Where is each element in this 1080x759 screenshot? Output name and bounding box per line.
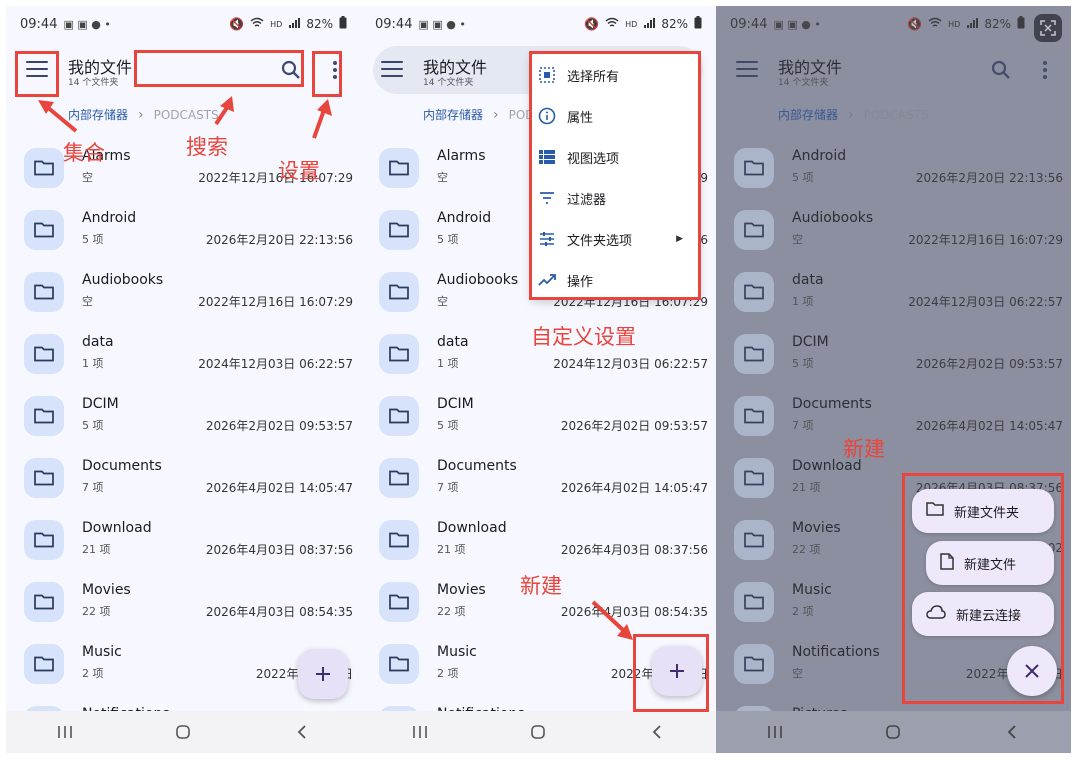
recents-icon[interactable]: [45, 720, 85, 744]
annotation-new: 新建: [520, 574, 562, 598]
folder-name: data: [82, 334, 114, 350]
modified-date: 2026年4月02日 14:05:47: [205, 481, 353, 495]
folder-icon: [24, 210, 64, 250]
screen-options-menu: 09:44 ▣ ▣ ● • 🔇 HD 82% 我的文件 14 个文件夹 内部存储…: [361, 6, 716, 753]
item-count: 2 项: [82, 667, 104, 680]
item-count: 5 项: [82, 419, 104, 432]
screen-default: 09:44 ▣ ▣ ● • 🔇 HD 82% 我的文件 14 个文件夹 内部存储…: [6, 6, 361, 753]
folder-name: Music: [82, 644, 122, 660]
screen-fab-expanded: 09:44 ▣ ▣ ● • 🔇 HD 82% 我的文件 14 个文件夹 内部存储…: [716, 6, 1071, 753]
item-count: 1 项: [82, 357, 104, 370]
modified-date: 2024年12月03日 06:22:57: [198, 357, 353, 371]
list-item[interactable]: DCIM 5 项 2026年2月02日 09:53:57: [6, 390, 361, 452]
folder-name: Documents: [82, 458, 162, 474]
item-count: 5 项: [82, 233, 104, 246]
back-icon[interactable]: [282, 720, 322, 744]
list-item[interactable]: Movies 22 项 2026年4月03日 08:54:35: [6, 576, 361, 638]
annotation-arrows: [591, 600, 633, 640]
list-item[interactable]: Download 21 项 2026年4月03日 08:37:56: [6, 514, 361, 576]
folder-icon: [24, 644, 64, 684]
item-count: 21 项: [82, 543, 111, 556]
folder-name: Audiobooks: [82, 272, 164, 288]
modified-date: 2026年4月03日 08:37:56: [205, 543, 353, 557]
folder-name: Download: [82, 520, 152, 536]
item-count: 7 项: [82, 481, 104, 494]
annotation-menu: 集合: [63, 141, 105, 165]
item-count: 22 项: [82, 605, 111, 618]
list-item[interactable]: Documents 7 项 2026年4月02日 14:05:47: [6, 452, 361, 514]
modified-date: 2026年2月02日 09:53:57: [205, 419, 353, 433]
modified-date: 2022年12月16日 16:07:29: [198, 295, 353, 309]
folder-name: Movies: [82, 582, 131, 598]
list-item[interactable]: Android 5 项 2026年2月20日 22:13:56: [6, 204, 361, 266]
modified-date: 2026年4月03日 08:54:35: [205, 605, 353, 619]
system-nav-bar: [6, 711, 361, 753]
back-icon[interactable]: [992, 720, 1032, 744]
folder-icon: [24, 396, 64, 436]
annotation-custom: 自定义设置: [531, 325, 636, 349]
add-fab-button[interactable]: [298, 649, 348, 699]
folder-icon: [24, 520, 64, 560]
annotation-new: 新建: [843, 437, 885, 461]
modified-date: 2026年2月20日 22:13:56: [205, 233, 353, 247]
item-count: 空: [82, 295, 93, 308]
list-item[interactable]: Audiobooks 空 2022年12月16日 16:07:29: [6, 266, 361, 328]
home-icon[interactable]: [873, 720, 913, 744]
folder-name: DCIM: [82, 396, 119, 412]
home-icon[interactable]: [163, 720, 203, 744]
folder-icon: [24, 582, 64, 622]
annotation-search: 搜索: [186, 135, 228, 159]
folder-icon: [24, 272, 64, 312]
folder-icon: [24, 458, 64, 498]
list-item[interactable]: data 1 项 2024年12月03日 06:22:57: [6, 328, 361, 390]
system-nav-bar: [716, 711, 1071, 753]
annotation-settings: 设置: [278, 159, 320, 183]
recents-icon[interactable]: [755, 720, 795, 744]
folder-icon: [24, 334, 64, 374]
annotation-box-fab-menu: [902, 473, 1064, 704]
folder-name: Android: [82, 210, 137, 226]
